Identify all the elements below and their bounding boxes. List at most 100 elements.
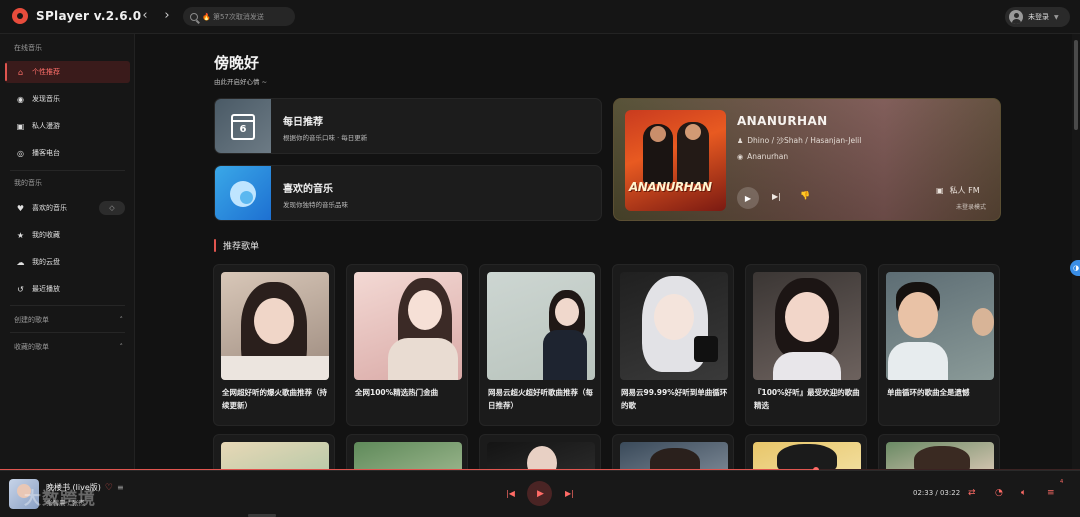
podcast-icon: ◎ [17,148,24,158]
personal-fm-card[interactable]: ANANURHAN ANANURHAN ♟ Dhino / 沙Shah / Ha… [613,98,1001,221]
playlist-card[interactable] [878,434,1000,470]
search-input[interactable]: 🔥 第57次取消发送 [183,7,295,26]
section-title[interactable]: 推荐歌单 [223,239,259,252]
forward-arrow-icon[interactable]: › [159,8,175,24]
liked-cover [215,166,271,220]
sidebar-item-recommend[interactable]: ⌂ 个性推荐 [5,61,130,83]
playlist-card[interactable]: 网易云99.99%好听到单曲循环的歌 [612,264,734,426]
sidebar-item-label: 个性推荐 [32,68,60,76]
album-icon: ◉ [737,152,744,161]
playlist-cover [620,442,728,470]
playlist-card[interactable] [612,434,734,470]
sidebar-item-label: 私人漫游 [32,122,60,130]
radio-icon: ▣ [16,121,25,131]
playlist-cover [221,272,329,380]
fm-mode-label: 未登录模式 [956,204,987,211]
like-heart-icon[interactable]: ♡ [105,483,113,493]
user-login-button[interactable]: 未登录 ▼ [1005,7,1070,27]
disc-icon: ◉ [17,94,24,104]
back-arrow-icon[interactable]: ‹ [137,8,153,24]
artist-icon: ♟ [737,136,744,145]
volume-icon[interactable]: 🔈︎ [1021,488,1026,498]
play-button[interactable]: ▶ [527,481,552,506]
heart-icon: ♥ [16,203,25,213]
fm-next-button[interactable]: ▶| [772,192,781,201]
playlist-cover [354,442,462,470]
created-playlists-toggle[interactable]: 创建的歌单 ˄ [0,312,135,328]
sidebar-item-label: 我的收藏 [32,231,60,239]
sidebar-item-podcast[interactable]: ◎ 播客电台 [5,142,130,164]
playlist-cover [753,272,861,380]
playlist-name: 网易云99.99%好听到单曲循环的歌 [621,388,728,410]
sidebar-item-roaming[interactable]: ▣ 私人漫游 [5,115,130,137]
playlist-card[interactable] [346,434,468,470]
playlist-card[interactable]: 全网超好听的爆火歌曲推荐（持续更新） [213,264,335,426]
top-bar: SPlayer v.2.6.0 ‹ › 🔥 第57次取消发送 未登录 ▼ [0,0,1080,34]
daily-recommend-card[interactable]: 6 每日推荐 根据你的音乐口味 · 每日更新 [214,98,602,154]
heartbeat-mode-button[interactable]: ◇ [99,201,125,215]
playlist-card[interactable] [213,434,335,470]
playlist-card[interactable]: 单曲循环的歌曲全是遗憾 [878,264,1000,426]
history-icon: ↺ [17,284,24,294]
page-title: 傍晚好 [214,54,260,72]
avatar-icon [1009,10,1023,24]
calendar-icon: 6 [231,114,255,140]
sidebar-item-recent[interactable]: ↺ 最近播放 [5,278,130,300]
playlist-name: 『100%好听』最受欢迎的歌曲精选 [754,388,860,410]
more-icon[interactable]: ≡ [117,483,124,492]
fm-song-title[interactable]: ANANURHAN [737,114,828,128]
section-accent [214,238,216,252]
playlist-card[interactable] [745,434,867,470]
fm-cover: ANANURHAN [625,110,726,211]
daily-title: 每日推荐 [283,117,323,128]
sidebar-divider [10,170,125,171]
collected-playlists-toggle[interactable]: 收藏的歌单 ˄ [0,339,135,355]
sidebar-item-discover[interactable]: ◉ 发现音乐 [5,88,130,110]
playlist-card[interactable]: 网易云超火超好听歌曲推荐（每日推荐） [479,264,601,426]
fm-cover-text: ANANURHAN [629,180,712,194]
next-track-icon[interactable]: ▶| [565,489,574,498]
watermark-text: 大数跨境 [24,489,96,509]
app-logo-icon [12,8,28,24]
repeat-icon[interactable]: ⇄ [968,488,976,498]
sidebar-item-cloud[interactable]: ☁ 我的云盘 [5,251,130,273]
sidebar-section-mine: 我的音乐 [14,179,42,187]
playlist-name: 网易云超火超好听歌曲推荐（每日推荐） [488,388,593,410]
playlist-cover [487,442,595,470]
page-subtitle: 由此开启好心情 ~ [214,78,268,86]
fm-dislike-button[interactable]: 👎 [800,191,810,200]
floating-helper-button[interactable]: ◑ [1070,260,1080,276]
previous-track-icon[interactable]: |◀ [506,489,515,498]
sidebar-item-label: 播客电台 [32,149,60,157]
sidebar-item-liked[interactable]: ♥ 喜欢的音乐 ◇ [5,197,130,219]
daily-desc: 根据你的音乐口味 · 每日更新 [283,134,368,142]
playlist-cover [354,272,462,380]
playlist-card[interactable]: 全网100%精选热门金曲 [346,264,468,426]
scrollbar-thumb[interactable] [1074,40,1078,130]
playlist-card[interactable]: 『100%好听』最受欢迎的歌曲精选 [745,264,867,426]
playlist-name: 全网超好听的爆火歌曲推荐（持续更新） [222,388,327,410]
playlist-cover [886,442,994,470]
sidebar: 在线音乐 ⌂ 个性推荐 ◉ 发现音乐 ▣ 私人漫游 ◎ 播客电台 我的音乐 ♥ … [0,34,135,470]
playlist-queue-icon[interactable]: ≡ [1047,488,1055,498]
queue-count-badge: 4 [1060,479,1064,485]
main-content: 傍晚好 由此开启好心情 ~ 6 每日推荐 根据你的音乐口味 · 每日更新 喜欢的… [136,34,1080,470]
home-icon: ⌂ [17,67,24,77]
sidebar-divider [10,332,125,333]
daily-cover: 6 [215,99,271,153]
user-label: 未登录 [1028,13,1049,21]
sidebar-item-label: 喜欢的音乐 [32,204,67,212]
playlist-name: 单曲循环的歌曲全是遗憾 [887,388,970,397]
liked-desc: 发现你独特的音乐品味 [283,201,348,209]
sidebar-item-favorites[interactable]: ★ 我的收藏 [5,224,130,246]
sidebar-divider [10,305,125,306]
playlist-card[interactable] [479,434,601,470]
playlist-cover [753,442,861,470]
speed-icon[interactable]: ◔ [995,488,1003,498]
liked-music-card[interactable]: 喜欢的音乐 发现你独特的音乐品味 [214,165,602,221]
playback-time: 02:33 / 03:22 [913,489,961,497]
sidebar-section-online: 在线音乐 [14,44,42,52]
search-icon [190,12,198,21]
fm-artists: ♟ Dhino / 沙Shah / Hasanjan-Jelil [737,136,862,145]
fm-play-button[interactable]: ▶ [737,187,759,209]
